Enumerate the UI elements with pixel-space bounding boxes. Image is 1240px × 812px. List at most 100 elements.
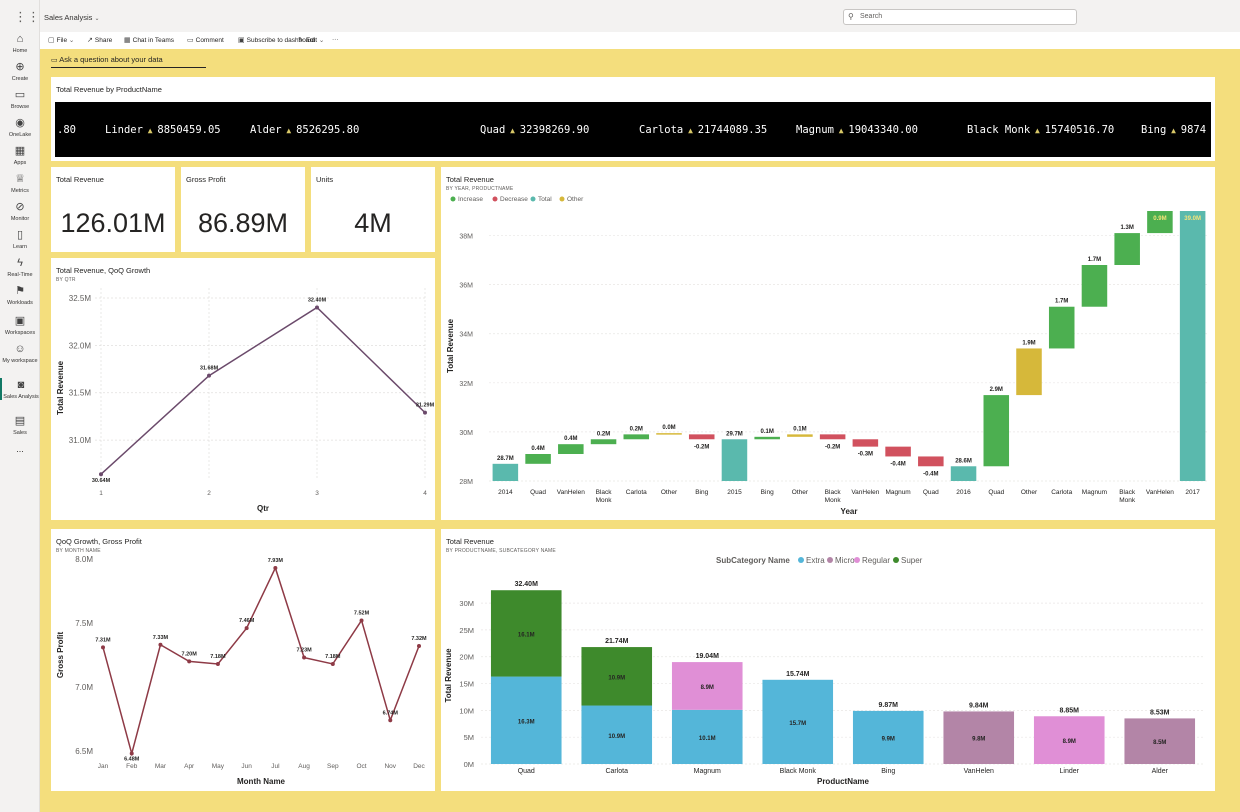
qna-box[interactable]: ▭ Ask a question about your data xyxy=(51,55,206,68)
nav-item-metrics[interactable]: ♕ Metrics xyxy=(0,172,40,194)
total-label: 8.53M xyxy=(1150,709,1170,716)
x-tick-label: 3 xyxy=(315,490,319,497)
kpi-tile-units[interactable]: Units 4M xyxy=(311,167,435,252)
waterfall-bar xyxy=(492,463,519,481)
waterfall-bar xyxy=(852,439,879,447)
kpi-tile-gross-profit[interactable]: Gross Profit 86.89M xyxy=(181,167,305,252)
nav-item-home[interactable]: ⌂ Home xyxy=(0,32,40,54)
nav-item-sales-analysis[interactable]: ◙ Sales Analysis xyxy=(0,378,40,400)
data-label: 1.7M xyxy=(1088,257,1101,263)
triangle-up-icon: ▲ xyxy=(1030,126,1045,135)
ticker-item: Magnum ▲ 19043340.00 xyxy=(796,124,918,136)
data-point xyxy=(359,618,364,623)
x-tick-label: Jan xyxy=(98,763,109,770)
nav-item-realtime[interactable]: ϟ Real-Time xyxy=(0,256,40,278)
legend-label: Regular xyxy=(862,556,890,565)
my-workspace-icon: ☺ xyxy=(14,343,26,355)
apps-icon: ▦ xyxy=(14,145,26,157)
nav-item-sales[interactable]: ▤ Sales xyxy=(0,414,40,436)
y-tick-label: 28M xyxy=(459,479,473,486)
comment-icon: ▭ xyxy=(187,37,194,44)
y-tick-label: 38M xyxy=(459,234,473,241)
ticker-value: 15740516.70 xyxy=(1044,124,1115,136)
series-line xyxy=(102,565,420,757)
x-tick-label: Sep xyxy=(327,763,339,770)
x-tick-label: Quad xyxy=(518,768,535,775)
nav-item-workloads[interactable]: ⚑ Workloads xyxy=(0,284,40,306)
total-label: 19.04M xyxy=(696,653,720,660)
nav-item-more[interactable]: ... xyxy=(0,444,40,454)
ticker-tile[interactable]: Total Revenue by ProductName .80 Linder ▲… xyxy=(51,77,1215,161)
chevron-down-icon: ⌄ xyxy=(94,16,100,22)
data-label: 7.32M xyxy=(411,636,427,642)
legend-label: Increase xyxy=(458,196,483,203)
nav-item-browse[interactable]: ▭ Browse xyxy=(0,88,40,110)
waterfall-bar xyxy=(885,446,911,457)
toolbar-file-button[interactable]: ▢ File ⌄ xyxy=(48,36,74,44)
nav-label: Real-Time xyxy=(7,272,33,278)
y-tick-label: 15M xyxy=(459,680,474,689)
revenue-waterfall-chart: Increase Decrease Total Other 28M 30M 32M 34M 36… xyxy=(446,196,1209,516)
workspace-title[interactable]: Sales Analysis ⌄ xyxy=(44,13,99,22)
toolbar-teams-button[interactable]: ▦ Chat in Teams xyxy=(124,36,174,44)
data-label: 7.31M xyxy=(95,637,111,643)
waterfall-bar xyxy=(623,434,650,440)
app-launcher-icon[interactable]: ⋮⋮⋮ xyxy=(14,10,53,24)
nav-item-learn[interactable]: ▯ Learn xyxy=(0,228,40,250)
ticker-value: 21744089.35 xyxy=(697,124,768,136)
data-label: 31.29M xyxy=(416,403,435,409)
toolbar-share-button[interactable]: ↗ Share xyxy=(87,36,112,44)
data-label: 7.23M xyxy=(296,648,312,654)
ticker-name: Bing xyxy=(1141,124,1167,136)
ticker-item: .80 xyxy=(57,124,76,136)
y-tick-label: 5M xyxy=(464,733,474,742)
file-icon: ▢ xyxy=(48,37,55,44)
x-tick-label: Mar xyxy=(155,763,167,770)
nav-item-create[interactable]: ⊕ Create xyxy=(0,60,40,82)
edit-icon: ✎ xyxy=(298,37,304,44)
data-label: 31.68M xyxy=(200,366,219,372)
x-tick-label: VanHelen xyxy=(1146,489,1174,496)
stacked-bar-chart-tile[interactable]: Total Revenue BY PRODUCTNAME, SUBCATEGOR… xyxy=(441,529,1215,791)
ticker-strip: .80 Linder ▲ 8850459.05 Alder ▲ 8526295.80… xyxy=(55,102,1211,157)
segment-label: 10.9M xyxy=(608,675,625,681)
data-label: 6.48M xyxy=(124,757,140,763)
metrics-icon: ♕ xyxy=(15,173,25,185)
toolbar-comment-button[interactable]: ▭ Comment xyxy=(187,36,224,44)
data-label: 0.2M xyxy=(597,431,610,437)
qoq-revenue-chart-tile[interactable]: Total Revenue, QoQ Growth BY QTR 31.0M 31… xyxy=(51,258,435,520)
x-tick-label: Oct xyxy=(356,763,366,770)
x-tick-label: Magnum xyxy=(694,768,721,775)
waterfall-chart-tile[interactable]: Total Revenue BY YEAR, PRODUCTNAME Incre… xyxy=(441,167,1215,520)
data-label: 39.0M xyxy=(1184,216,1201,222)
total-label: 32.40M xyxy=(515,581,539,588)
kpi-tile-total-revenue[interactable]: Total Revenue 126.01M xyxy=(51,167,175,252)
y-tick-label: 10M xyxy=(459,706,474,715)
nav-item-onelake[interactable]: ◉ OneLake xyxy=(0,116,40,138)
toolbar-edit-button[interactable]: ✎ Edit ⌄ xyxy=(298,36,324,44)
x-tick-label: Bing xyxy=(761,489,774,496)
data-label: 7.18M xyxy=(210,654,226,660)
data-label: -0.2M xyxy=(825,444,840,450)
waterfall-bar xyxy=(754,436,780,440)
x-axis-title: Month Name xyxy=(237,777,286,786)
waterfall-bar xyxy=(525,454,551,464)
nav-label: ... xyxy=(16,444,24,454)
toolbar-more-options-button[interactable]: ··· xyxy=(332,36,339,43)
nav-item-workspaces[interactable]: ▣ Workspaces xyxy=(0,314,40,336)
kpi-value: 126.01M xyxy=(60,208,166,238)
search-input[interactable]: ⚲ Search xyxy=(843,9,1077,25)
segment-label: 15.7M xyxy=(789,721,806,727)
x-tick-label: Linder xyxy=(1060,768,1080,775)
kpi-value: 4M xyxy=(354,208,392,238)
nav-item-apps[interactable]: ▦ Apps xyxy=(0,144,40,166)
nav-item-my-workspace[interactable]: ☺ My workspace xyxy=(0,342,40,364)
qoq-gross-profit-chart-tile[interactable]: QoQ Growth, Gross Profit BY MONTH NAME 6… xyxy=(51,529,435,791)
data-label: 1.9M xyxy=(1022,340,1035,346)
total-label: 9.87M xyxy=(879,702,899,709)
nav-item-monitor[interactable]: ⊘ Monitor xyxy=(0,200,40,222)
search-icon: ⚲ xyxy=(848,12,854,21)
ticker-value: 8526295.80 xyxy=(296,124,360,136)
data-point xyxy=(423,410,427,415)
x-tick-label: Alder xyxy=(1152,768,1169,775)
